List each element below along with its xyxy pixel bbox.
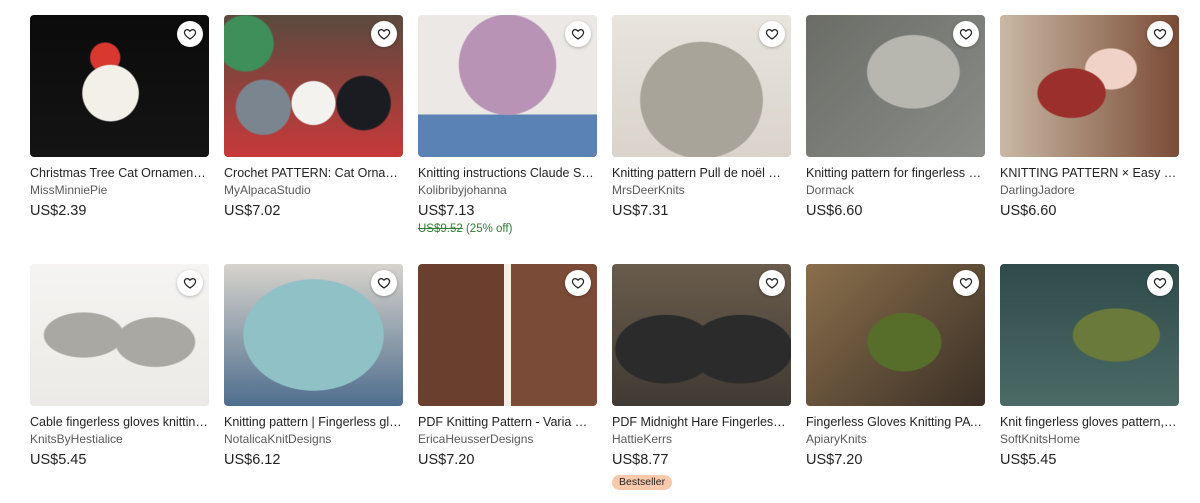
heart-icon (1153, 27, 1167, 41)
favorite-button[interactable] (1147, 21, 1173, 47)
listing-price: US$6.60 (806, 203, 863, 219)
listing-title[interactable]: Knitting pattern | Fingerless gloves (224, 415, 403, 430)
favorite-button[interactable] (1147, 270, 1173, 296)
listing-card[interactable]: Knitting pattern | Fingerless gloves Nota… (224, 264, 403, 469)
listing-title[interactable]: Cable fingerless gloves knitting pattern (30, 415, 209, 430)
listing-card[interactable]: Cable fingerless gloves knitting pattern… (30, 264, 209, 469)
heart-icon (765, 276, 779, 290)
listing-price: US$2.39 (30, 203, 87, 219)
listing-image[interactable] (1000, 15, 1179, 157)
shop-name[interactable]: KnitsByHestialice (30, 432, 209, 446)
listing-image[interactable] (612, 15, 791, 157)
shop-name[interactable]: DarlingJadore (1000, 183, 1179, 197)
listing-price: US$5.45 (1000, 452, 1057, 468)
favorite-button[interactable] (759, 270, 785, 296)
listing-image[interactable] (418, 15, 597, 157)
listing-price: US$7.20 (418, 452, 475, 468)
bestseller-badge: Bestseller (612, 475, 673, 490)
listing-card[interactable]: Fingerless Gloves Knitting PATTERN Apiary… (806, 264, 985, 469)
favorite-button[interactable] (177, 270, 203, 296)
favorite-button[interactable] (953, 21, 979, 47)
listing-title[interactable]: Knit fingerless gloves pattern, easy (1000, 415, 1179, 430)
listing-card[interactable]: Knitting instructions Claude Sweater Koli… (418, 15, 597, 236)
listing-card[interactable]: Christmas Tree Cat Ornament Crochet Patt… (30, 15, 209, 220)
favorite-button[interactable] (953, 270, 979, 296)
sale-info: US$9.52 (25% off) (418, 222, 597, 236)
listing-image[interactable] (30, 15, 209, 157)
favorite-button[interactable] (565, 21, 591, 47)
listing-price: US$8.77 (612, 452, 669, 468)
shop-name[interactable]: EricaHeusserDesigns (418, 432, 597, 446)
heart-icon (377, 27, 391, 41)
listing-image[interactable] (30, 264, 209, 406)
listing-image[interactable] (224, 264, 403, 406)
listing-title[interactable]: Fingerless Gloves Knitting PATTERN (806, 415, 985, 430)
heart-icon (571, 276, 585, 290)
listing-card[interactable]: Knitting pattern Pull de noël mohair MrsD… (612, 15, 791, 220)
listing-grid: Christmas Tree Cat Ornament Crochet Patt… (0, 0, 1200, 503)
heart-icon (765, 27, 779, 41)
shop-name[interactable]: HattieKerrs (612, 432, 791, 446)
shop-name[interactable]: MyAlpacaStudio (224, 183, 403, 197)
listing-price: US$7.02 (224, 203, 281, 219)
heart-icon (183, 27, 197, 41)
shop-name[interactable]: Dormack (806, 183, 985, 197)
listing-image[interactable] (612, 264, 791, 406)
listing-card[interactable]: Knitting pattern for fingerless gloves Do… (806, 15, 985, 220)
favorite-button[interactable] (371, 270, 397, 296)
listing-title[interactable]: Crochet PATTERN: Cat Ornament Frame (224, 166, 403, 181)
favorite-button[interactable] (565, 270, 591, 296)
listing-image[interactable] (1000, 264, 1179, 406)
shop-name[interactable]: Kolibribyjohanna (418, 183, 597, 197)
heart-icon (959, 276, 973, 290)
listing-image[interactable] (224, 15, 403, 157)
listing-title[interactable]: Christmas Tree Cat Ornament Crochet Patt… (30, 166, 209, 181)
listing-price: US$5.45 (30, 452, 87, 468)
heart-icon (377, 276, 391, 290)
listing-title[interactable]: Knitting instructions Claude Sweater (418, 166, 597, 181)
favorite-button[interactable] (759, 21, 785, 47)
shop-name[interactable]: ApiaryKnits (806, 432, 985, 446)
listing-image[interactable] (418, 264, 597, 406)
listing-card[interactable]: KNITTING PATTERN × Easy Fingerless Glove… (1000, 15, 1179, 220)
listing-price: US$7.31 (612, 203, 669, 219)
listing-card[interactable]: PDF Midnight Hare Fingerless Mitts Hattie… (612, 264, 791, 490)
listing-title[interactable]: Knitting pattern for fingerless gloves (806, 166, 985, 181)
shop-name[interactable]: NotalicaKnitDesigns (224, 432, 403, 446)
listing-card[interactable]: Knit fingerless gloves pattern, easy Soft… (1000, 264, 1179, 469)
listing-title[interactable]: PDF Midnight Hare Fingerless Mitts (612, 415, 791, 430)
shop-name[interactable]: SoftKnitsHome (1000, 432, 1179, 446)
listing-card[interactable]: Crochet PATTERN: Cat Ornament Frame MyAlp… (224, 15, 403, 220)
listing-title[interactable]: KNITTING PATTERN × Easy Fingerless Glove… (1000, 166, 1179, 181)
original-price: US$9.52 (418, 223, 463, 235)
heart-icon (571, 27, 585, 41)
heart-icon (183, 276, 197, 290)
listing-image[interactable] (806, 264, 985, 406)
listing-image[interactable] (806, 15, 985, 157)
favorite-button[interactable] (371, 21, 397, 47)
shop-name[interactable]: MrsDeerKnits (612, 183, 791, 197)
discount-label: (25% off) (465, 223, 513, 235)
heart-icon (1153, 276, 1167, 290)
listing-price: US$7.13 (418, 203, 475, 219)
listing-card[interactable]: PDF Knitting Pattern - Varia Mitts EricaH… (418, 264, 597, 469)
heart-icon (959, 27, 973, 41)
favorite-button[interactable] (177, 21, 203, 47)
shop-name[interactable]: MissMinniePie (30, 183, 209, 197)
listing-price: US$6.12 (224, 452, 281, 468)
listing-price: US$6.60 (1000, 203, 1057, 219)
listing-price: US$7.20 (806, 452, 863, 468)
listing-title[interactable]: Knitting pattern Pull de noël mohair (612, 166, 791, 181)
listing-title[interactable]: PDF Knitting Pattern - Varia Mitts (418, 415, 597, 430)
